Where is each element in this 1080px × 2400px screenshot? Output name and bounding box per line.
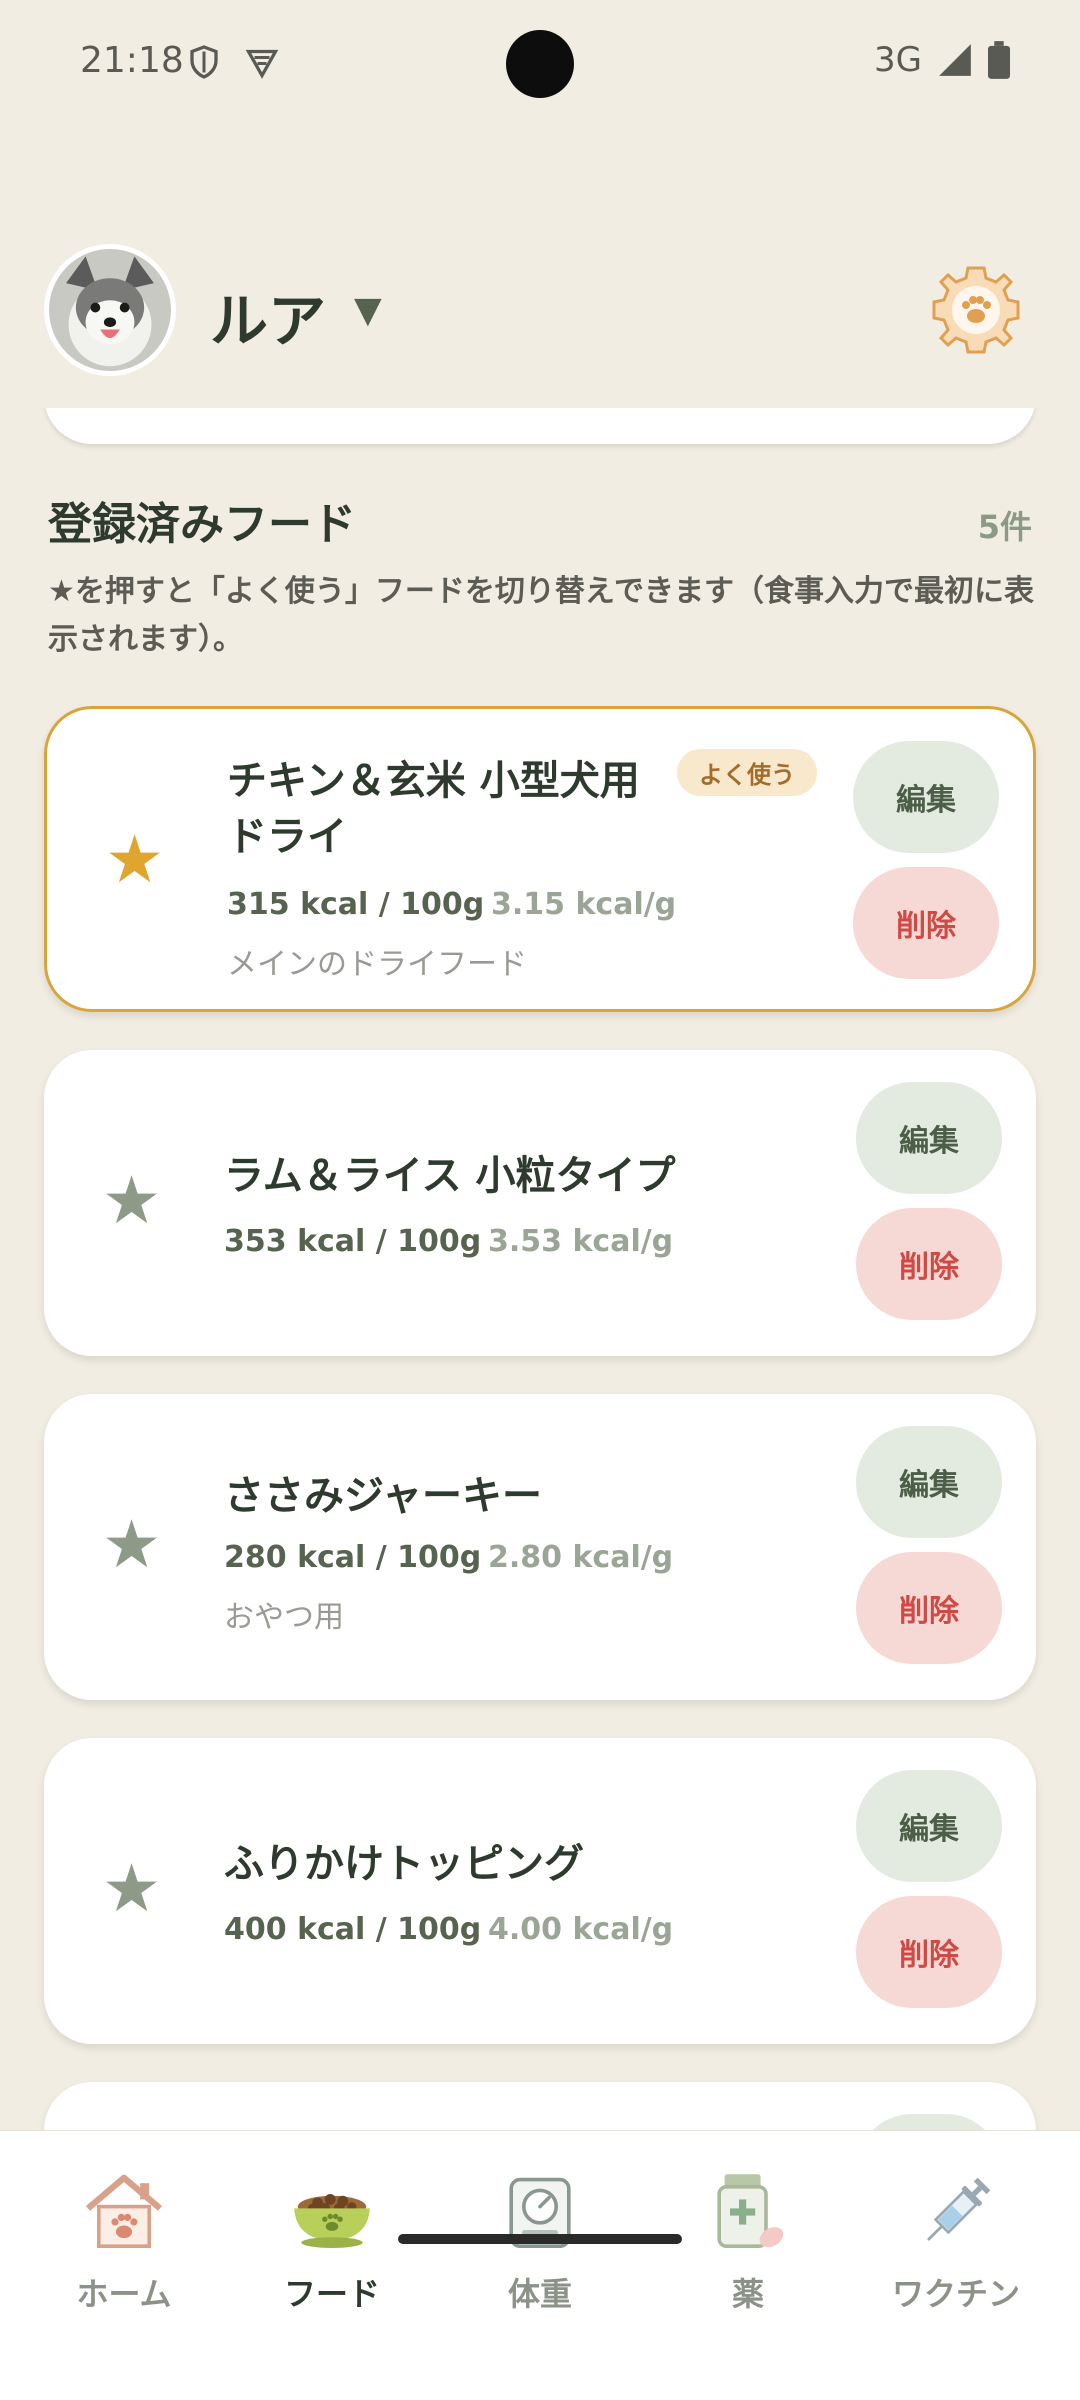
- kcal-unit: / 100g: [368, 887, 485, 922]
- food-kcal: 400 kcal / 100g: [224, 1912, 481, 1947]
- kcal-unit: / 100g: [365, 1224, 482, 1259]
- food-note: おやつ用: [224, 1600, 344, 1635]
- food-kcal-per-gram: 2.80 kcal/g: [488, 1540, 674, 1575]
- food-name: チキン＆玄米 小型犬用ドライ: [227, 758, 640, 860]
- food-name: ふりかけトッピング: [224, 1841, 584, 1887]
- home-indicator[interactable]: [398, 2234, 682, 2244]
- favorite-star-icon[interactable]: ★: [102, 1512, 161, 1578]
- favorite-star-icon[interactable]: ★: [102, 1168, 161, 1234]
- food-kcal: 315 kcal / 100g: [227, 887, 484, 922]
- edit-button[interactable]: [856, 2114, 1002, 2130]
- edit-button[interactable]: 編集: [853, 741, 999, 853]
- status-notification-icons: [186, 44, 280, 80]
- favorite-star-icon[interactable]: ★: [105, 827, 164, 893]
- nav-home[interactable]: ホーム: [20, 2167, 228, 2315]
- nav-label: 体重: [507, 2275, 572, 2313]
- pet-dropdown-icon[interactable]: ▼: [354, 290, 382, 331]
- food-kcal-per-gram: 3.53 kcal/g: [488, 1224, 674, 1259]
- food-name: ラム＆ライス 小粒タイプ: [224, 1153, 676, 1199]
- food-kcal-per-gram: 3.15 kcal/g: [491, 887, 677, 922]
- kcal-value: 280 kcal: [224, 1540, 366, 1575]
- nav-label: ホーム: [76, 2275, 172, 2313]
- pet-header: ルア ▼: [40, 240, 1040, 380]
- kcal-unit: / 100g: [365, 1912, 482, 1947]
- food-count: 5件: [977, 508, 1032, 546]
- delete-button[interactable]: 削除: [856, 1208, 1002, 1320]
- edit-button[interactable]: 編集: [856, 1770, 1002, 1882]
- section-description: ★を押すと「よく使う」フードを切り替えできます（食事入力で最初に表示されます）。: [48, 574, 1034, 657]
- kcal-value: 353 kcal: [224, 1224, 366, 1259]
- food-kcal: 280 kcal / 100g: [224, 1540, 481, 1575]
- battery-icon: [988, 41, 1010, 79]
- pet-name[interactable]: ルア: [210, 274, 326, 358]
- food-card: ★ チキン＆玄米 小型犬用ドライ よく使う 315 kcal / 100g 3.…: [44, 706, 1036, 1012]
- food-note: メインのドライフード: [227, 947, 527, 982]
- delete-button[interactable]: 削除: [853, 867, 999, 979]
- status-time: 21:18: [80, 40, 184, 81]
- shield-icon: [190, 45, 218, 79]
- favorite-star-icon[interactable]: ★: [102, 1856, 161, 1922]
- syringe-icon: [927, 2177, 991, 2241]
- food-kcal-per-gram: 4.00 kcal/g: [488, 1912, 674, 1947]
- signal-icon: [939, 44, 971, 76]
- food-card: [44, 2082, 1036, 2130]
- food-name: ささみジャーキー: [224, 1473, 542, 1519]
- pet-avatar[interactable]: [44, 244, 176, 376]
- paw-gear-icon[interactable]: [926, 260, 1026, 360]
- status-bar: 21:18 3G: [0, 0, 1080, 130]
- delete-button[interactable]: 削除: [856, 1552, 1002, 1664]
- nav-label: 薬: [731, 2275, 764, 2313]
- nav-label: ワクチン: [891, 2275, 1020, 2313]
- kcal-value: 400 kcal: [224, 1912, 366, 1947]
- camera-cutout: [506, 30, 574, 98]
- status-system-icons: 3G: [874, 40, 1010, 80]
- bottom-navigation: ホーム フード 体重 薬 ワクチン: [0, 2130, 1080, 2400]
- vpn-icon: [245, 49, 279, 79]
- food-list-scroll[interactable]: 登録済みフード 5件 ★を押すと「よく使う」フードを切り替えできます（食事入力で…: [0, 408, 1080, 2130]
- kcal-unit: / 100g: [365, 1540, 482, 1575]
- food-card: ★ ささみジャーキー 280 kcal / 100g 2.80 kcal/g お…: [44, 1394, 1036, 1700]
- food-card: ★ ラム＆ライス 小粒タイプ 353 kcal / 100g 3.53 kcal…: [44, 1050, 1036, 1356]
- nav-label: フード: [283, 2275, 380, 2313]
- food-kcal: 353 kcal / 100g: [224, 1224, 481, 1259]
- previous-card: [44, 408, 1036, 444]
- nav-vaccine[interactable]: ワクチン: [852, 2167, 1060, 2315]
- kcal-value: 315 kcal: [227, 887, 369, 922]
- delete-button[interactable]: 削除: [856, 1896, 1002, 2008]
- food-bowl-icon: [294, 2194, 370, 2248]
- network-type: 3G: [874, 40, 922, 80]
- house-paw-icon: [85, 2174, 163, 2248]
- edit-button[interactable]: 編集: [856, 1082, 1002, 1194]
- medicine-bottle-icon: [717, 2174, 784, 2248]
- dog-photo: [49, 249, 171, 371]
- section-title: 登録済みフード: [48, 499, 356, 550]
- edit-button[interactable]: 編集: [856, 1426, 1002, 1538]
- favorite-badge: よく使う: [677, 749, 817, 796]
- food-card: ★ ふりかけトッピング 400 kcal / 100g 4.00 kcal/g …: [44, 1738, 1036, 2044]
